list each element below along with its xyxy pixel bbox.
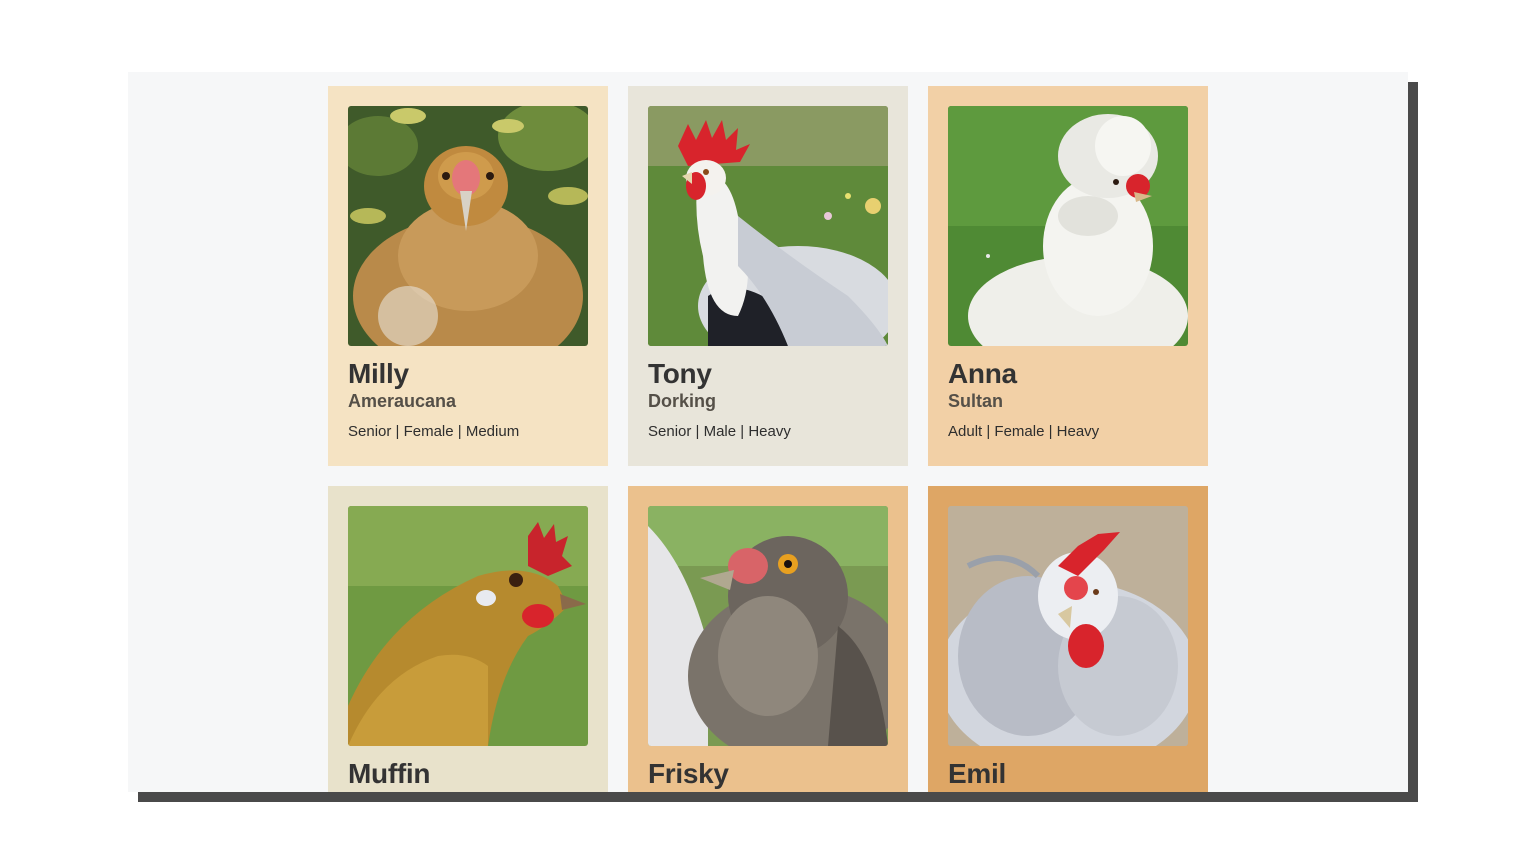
chicken-name: Muffin	[348, 758, 431, 789]
chicken-photo	[348, 106, 588, 346]
chicken-card-emil[interactable]: Emil	[928, 486, 1208, 792]
frisky-photo-illustration	[648, 506, 888, 746]
chicken-breed: Ameraucana	[348, 391, 457, 411]
chicken-name: Frisky	[648, 758, 729, 789]
chicken-breed: Dorking	[648, 391, 717, 411]
chicken-photo	[648, 506, 888, 746]
chicken-card-anna[interactable]: Anna Sultan Adult | Female | Heavy	[928, 86, 1208, 466]
chicken-details: Adult | Female | Heavy	[948, 423, 1100, 440]
chicken-card-muffin[interactable]: Muffin	[328, 486, 608, 792]
emil-photo-illustration	[948, 506, 1188, 746]
chicken-photo	[948, 506, 1188, 746]
chicken-photo	[648, 106, 888, 346]
chicken-details: Senior | Male | Heavy	[648, 423, 791, 440]
chicken-name: Emil	[948, 758, 1006, 789]
chicken-card-milly[interactable]: Milly Ameraucana Senior | Female | Mediu…	[328, 86, 608, 466]
page-viewport: Milly Ameraucana Senior | Female | Mediu…	[128, 72, 1408, 792]
chicken-grid: Milly Ameraucana Senior | Female | Mediu…	[328, 86, 1208, 792]
milly-photo-illustration	[348, 106, 588, 346]
chicken-details: Senior | Female | Medium	[348, 423, 520, 440]
chicken-name: Tony	[648, 358, 712, 389]
chicken-name: Milly	[348, 358, 409, 389]
chicken-photo	[948, 106, 1188, 346]
chicken-name: Anna	[948, 358, 1017, 389]
muffin-photo-illustration	[348, 506, 588, 746]
tony-photo-illustration	[648, 106, 888, 346]
chicken-photo	[348, 506, 588, 746]
chicken-card-tony[interactable]: Tony Dorking Senior | Male | Heavy	[628, 86, 908, 466]
chicken-breed: Sultan	[948, 391, 1004, 411]
anna-photo-illustration	[948, 106, 1188, 346]
chicken-card-frisky[interactable]: Frisky	[628, 486, 908, 792]
